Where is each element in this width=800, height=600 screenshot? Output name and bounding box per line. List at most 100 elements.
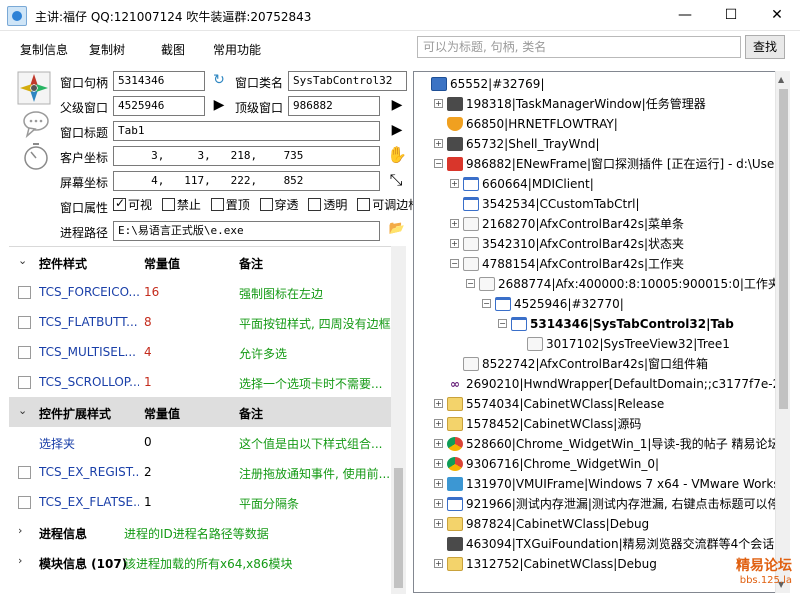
collapse-icon[interactable]: − bbox=[466, 279, 475, 288]
handle-field[interactable]: 5314346 bbox=[113, 71, 205, 91]
tree-node[interactable]: 66850|HRNETFLOWTRAY| bbox=[434, 114, 618, 134]
menu-copy-info[interactable]: 复制信息 bbox=[20, 41, 68, 58]
attr-resizable-border-checkbox[interactable]: 可调边框 bbox=[357, 196, 420, 213]
tree-node[interactable]: − 4788154|AfxControlBar42s|工作夹 bbox=[450, 254, 684, 274]
tree-node-label: 921966|测试内存泄漏|测试内存泄漏, 右键点击标题可以停止 bbox=[466, 497, 776, 511]
scrollbar-thumb[interactable] bbox=[779, 89, 788, 409]
row-checkbox[interactable] bbox=[18, 286, 31, 299]
minimize-button[interactable]: — bbox=[662, 0, 708, 31]
expand-icon[interactable]: + bbox=[434, 399, 443, 408]
tree-node[interactable]: 3542534|CCustomTabCtrl| bbox=[450, 194, 640, 214]
hand-drag-icon[interactable]: ✋ bbox=[387, 145, 407, 164]
expand-icon[interactable]: + bbox=[434, 559, 443, 568]
tree-scrollbar[interactable]: ▲ ▼ bbox=[775, 71, 790, 593]
goto-toplevel-arrow-icon[interactable]: ▶ bbox=[388, 97, 406, 113]
expand-icon[interactable]: + bbox=[450, 179, 459, 188]
chat-bubble-icon[interactable] bbox=[19, 107, 53, 141]
table-row[interactable]: TCS_EX_FLATSE... 1 平面分隔条 bbox=[9, 487, 391, 517]
parent-field[interactable]: 4525946 bbox=[113, 96, 205, 116]
tree-node[interactable]: 65552|#32769| bbox=[418, 74, 545, 94]
tree-node[interactable]: +5574034|CabinetWClass|Release bbox=[434, 394, 664, 414]
menu-copy-tree[interactable]: 复制树 bbox=[89, 41, 125, 58]
collapse-icon[interactable]: − bbox=[450, 259, 459, 268]
table-row[interactable]: TCS_EX_REGIST... 2 注册拖放通知事件, 使用前... bbox=[9, 457, 391, 487]
tree-node[interactable]: − 4525946|#32770| bbox=[482, 294, 624, 314]
process-path-field[interactable]: E:\易语言正式版\e.exe bbox=[113, 221, 380, 241]
attr-passthrough-checkbox[interactable]: 穿透 bbox=[259, 196, 299, 213]
tree-node[interactable]: +1312752|CabinetWClass|Debug bbox=[434, 554, 657, 574]
attr-topmost-checkbox[interactable]: 置顶 bbox=[210, 196, 250, 213]
menu-screenshot[interactable]: 截图 bbox=[161, 41, 185, 58]
expand-icon[interactable]: + bbox=[434, 459, 443, 468]
expand-icon[interactable]: + bbox=[434, 99, 443, 108]
crosshair-finder-icon[interactable] bbox=[17, 71, 51, 105]
tree-node[interactable]: +1578452|CabinetWClass|源码 bbox=[434, 414, 641, 434]
tree-node[interactable]: − 5314346|SysTabControl32|Tab bbox=[498, 314, 734, 334]
maximize-button[interactable]: ☐ bbox=[708, 0, 754, 31]
tree-node[interactable]: +2168270|AfxControlBar42s|菜单条 bbox=[450, 214, 684, 234]
scroll-up-icon[interactable]: ▲ bbox=[778, 75, 784, 84]
attr-visible-checkbox[interactable]: 可视 bbox=[113, 196, 152, 213]
row-checkbox[interactable] bbox=[18, 346, 31, 359]
ext-style-section-header[interactable]: ⌄ 控件扩展样式 常量值 备注 bbox=[9, 397, 391, 427]
search-input[interactable] bbox=[417, 36, 741, 58]
tree-node[interactable]: +9306716|Chrome_WidgetWin_0| bbox=[434, 454, 659, 474]
row-checkbox[interactable] bbox=[18, 316, 31, 329]
timer-icon[interactable] bbox=[19, 140, 53, 174]
toplevel-field[interactable]: 986882 bbox=[288, 96, 380, 116]
table-row[interactable]: TCS_SCROLLOP... 1 选择一个选项卡时不需要... bbox=[9, 367, 391, 397]
collapse-icon[interactable]: − bbox=[434, 159, 443, 168]
table-row[interactable]: 选择夹 0 这个值是由以下样式组合... bbox=[9, 427, 391, 457]
goto-parent-arrow-icon[interactable]: ▶ bbox=[210, 97, 228, 113]
tree-node[interactable]: +131970|VMUIFrame|Windows 7 x64 - VMware… bbox=[434, 474, 775, 494]
window-tree[interactable]: 65552|#32769| +198318|TaskManagerWindow|任… bbox=[413, 71, 776, 593]
tree-node[interactable]: +987824|CabinetWClass|Debug bbox=[434, 514, 649, 534]
tree-node[interactable]: +528660|Chrome_WidgetWin_1|导读-我的帖子 精易论坛 … bbox=[434, 434, 775, 454]
resize-icon[interactable]: ⤡ bbox=[387, 170, 405, 190]
client-coords-field[interactable]: 3, 3, 218, 735 bbox=[113, 146, 380, 166]
tree-node[interactable]: − 2688774|Afx:400000:8:10005:900015:0|工作夹 bbox=[466, 274, 775, 294]
expand-icon[interactable]: + bbox=[434, 479, 443, 488]
expand-icon[interactable]: + bbox=[434, 439, 443, 448]
classname-field[interactable]: SysTabControl32 bbox=[288, 71, 407, 91]
tree-node[interactable]: +921966|测试内存泄漏|测试内存泄漏, 右键点击标题可以停止 bbox=[434, 494, 776, 514]
close-button[interactable]: ✕ bbox=[754, 0, 800, 31]
attr-disabled-checkbox[interactable]: 禁止 bbox=[161, 196, 201, 213]
left-panel-scrollbar[interactable] bbox=[391, 246, 406, 594]
row-checkbox[interactable] bbox=[18, 496, 31, 509]
process-info-section[interactable]: › 进程信息 进程的ID进程名路径等数据 bbox=[9, 517, 391, 547]
table-row[interactable]: TCS_FORCEICO... 16 强制图标在左边 bbox=[9, 277, 391, 307]
tree-node[interactable]: ∞ 2690210|HwndWrapper[DefaultDomain;;c317… bbox=[434, 374, 775, 394]
title-apply-arrow-icon[interactable]: ▶ bbox=[388, 122, 406, 138]
tree-node[interactable]: +3542310|AfxControlBar42s|状态夹 bbox=[450, 234, 684, 254]
open-folder-icon[interactable]: 📂 bbox=[388, 221, 406, 236]
refresh-icon[interactable]: ↻ bbox=[210, 72, 228, 88]
style-section-header[interactable]: ⌄ 控件样式 常量值 备注 bbox=[9, 247, 391, 277]
module-info-section[interactable]: › 模块信息 (107) 该进程加载的所有x64,x86模块 bbox=[9, 547, 391, 577]
expand-icon[interactable]: + bbox=[450, 219, 459, 228]
scrollbar-thumb[interactable] bbox=[394, 468, 403, 588]
menu-common-functions[interactable]: 常用功能 bbox=[213, 41, 261, 58]
attr-transparent-checkbox[interactable]: 透明 bbox=[308, 196, 347, 213]
tree-node[interactable]: +65732|Shell_TrayWnd| bbox=[434, 134, 600, 154]
expand-icon[interactable]: + bbox=[434, 139, 443, 148]
tree-node[interactable]: − 986882|ENewFrame|窗口探测插件 [正在运行] - d:\Use… bbox=[434, 154, 775, 174]
tree-node[interactable]: 3017102|SysTreeView32|Tree1 bbox=[514, 334, 730, 354]
expand-icon[interactable]: + bbox=[434, 419, 443, 428]
table-row[interactable]: TCS_MULTISEL... 4 允许多选 bbox=[9, 337, 391, 367]
screen-coords-field[interactable]: 4, 117, 222, 852 bbox=[113, 171, 380, 191]
tree-node[interactable]: 463094|TXGuiFoundation|精易浏览器交流群等4个会话 bbox=[434, 534, 774, 554]
collapse-icon[interactable]: − bbox=[482, 299, 491, 308]
tree-node[interactable]: +198318|TaskManagerWindow|任务管理器 bbox=[434, 94, 706, 114]
expand-icon[interactable]: + bbox=[434, 519, 443, 528]
row-checkbox[interactable] bbox=[18, 466, 31, 479]
expand-icon[interactable]: + bbox=[434, 499, 443, 508]
tree-node[interactable]: 8522742|AfxControlBar42s|窗口组件箱 bbox=[450, 354, 708, 374]
expand-icon[interactable]: + bbox=[450, 239, 459, 248]
search-button[interactable]: 查找 bbox=[745, 35, 785, 59]
title-field[interactable]: Tab1 bbox=[113, 121, 380, 141]
tree-node[interactable]: +660664|MDIClient| bbox=[450, 174, 594, 194]
table-row[interactable]: TCS_FLATBUTT... 8 平面按钮样式, 四周没有边框 bbox=[9, 307, 391, 337]
row-checkbox[interactable] bbox=[18, 376, 31, 389]
collapse-icon[interactable]: − bbox=[498, 319, 507, 328]
